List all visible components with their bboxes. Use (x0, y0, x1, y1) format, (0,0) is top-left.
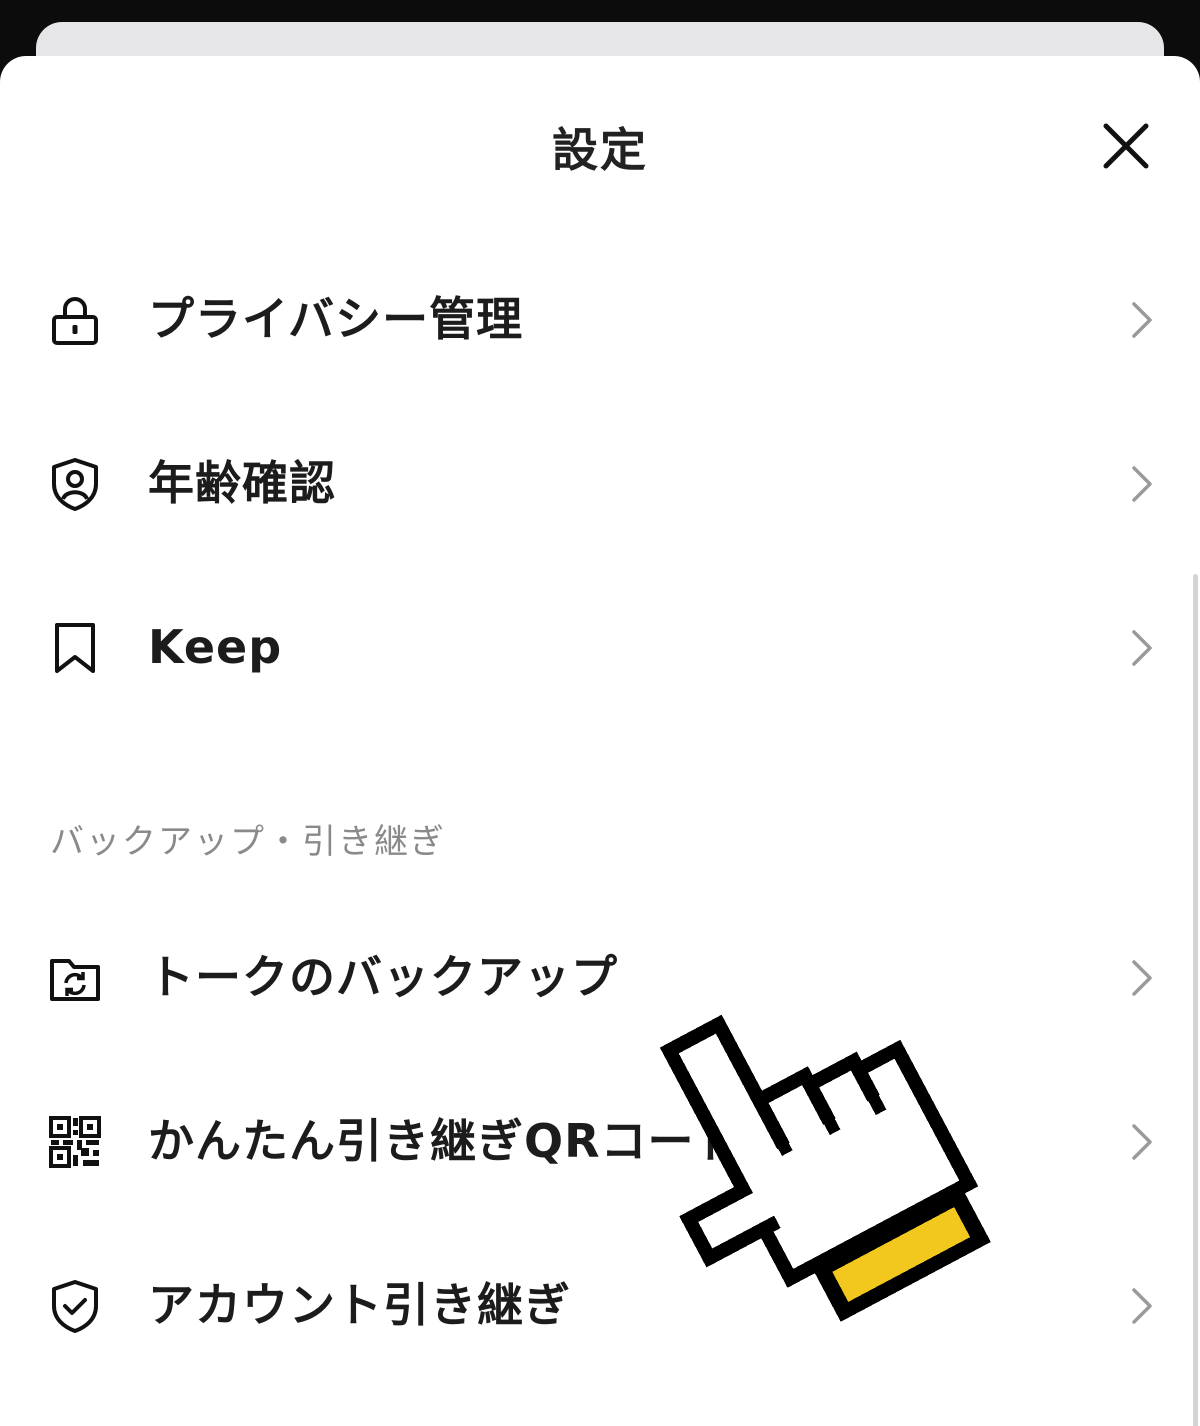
chevron-right-icon (1132, 302, 1152, 338)
lock-icon (52, 297, 98, 345)
qr-code-icon (49, 1116, 101, 1168)
list-item-label: アカウント引き継ぎ (148, 1278, 571, 1332)
list-item-label: プライバシー管理 (148, 292, 524, 346)
list-item-label: Keep (148, 620, 283, 674)
bookmark-icon (55, 623, 95, 673)
list-item-keep[interactable]: Keep (0, 582, 1200, 712)
shield-check-icon (52, 1280, 98, 1333)
list-item-account-transfer[interactable]: アカウント引き継ぎ (0, 1240, 1200, 1370)
chevron-right-icon (1132, 466, 1152, 502)
chevron-right-icon (1132, 960, 1152, 996)
scrollbar[interactable] (1193, 574, 1198, 1426)
list-item-age-verification[interactable]: 年齢確認 (0, 418, 1200, 548)
list-item-privacy[interactable]: プライバシー管理 (0, 254, 1200, 384)
list-item-label: かんたん引き継ぎQRコード (148, 1114, 742, 1168)
chevron-right-icon (1132, 630, 1152, 666)
folder-sync-icon (50, 959, 100, 1001)
close-button[interactable] (1094, 114, 1158, 178)
person-shield-icon (52, 458, 98, 511)
list-item-label: 年齢確認 (148, 456, 336, 510)
list-item-qr-transfer[interactable]: かんたん引き継ぎQRコード (0, 1076, 1200, 1206)
chevron-right-icon (1132, 1288, 1152, 1324)
settings-sheet: 設定 プライバシー管理 年齢確認 Keep バックアップ・引き継ぎ トークのバッ… (0, 56, 1200, 1426)
list-item-talk-backup[interactable]: トークのバックアップ (0, 912, 1200, 1042)
settings-header: 設定 (0, 56, 1200, 236)
close-icon (1103, 123, 1149, 169)
page-title: 設定 (552, 123, 648, 177)
screen: 設定 プライバシー管理 年齢確認 Keep バックアップ・引き継ぎ トークのバッ… (0, 0, 1200, 1426)
chevron-right-icon (1132, 1124, 1152, 1160)
section-header-backup: バックアップ・引き継ぎ (50, 822, 446, 862)
list-item-label: トークのバックアップ (148, 950, 618, 1004)
